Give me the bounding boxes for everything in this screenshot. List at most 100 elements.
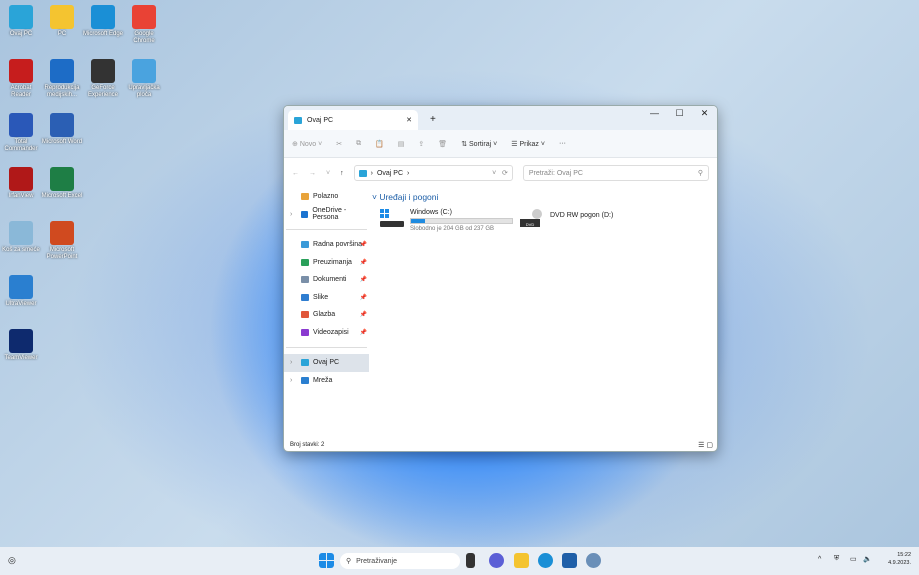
desktop-icon[interactable]: Total Commander [0, 113, 42, 153]
app-icon [9, 329, 33, 353]
computer-icon [358, 169, 367, 177]
desktop-icon[interactable]: Upravljačka ploča [123, 59, 165, 99]
minimize-button[interactable]: — [642, 108, 667, 119]
app-icon [132, 59, 156, 83]
widgets-icon[interactable]: ◎ [8, 555, 16, 566]
sidebar-item[interactable]: Videozapisi 📌 [284, 324, 369, 342]
desktop-icon[interactable]: Koš za smeće [0, 221, 42, 254]
cut-icon[interactable]: ✂ [336, 140, 342, 148]
expand-chevron-icon[interactable]: › [290, 211, 292, 218]
sort-button[interactable]: ⇅ Sortiraj ˅ [461, 140, 497, 148]
view-toggle-icons[interactable]: ☰ ▢ [698, 441, 713, 449]
clock[interactable]: 15:22 4.9.2023. [888, 551, 911, 567]
desktop-icon[interactable]: UltraViewer [0, 275, 42, 308]
sidebar-item-label: Videozapisi [313, 328, 349, 336]
search-placeholder: Pretraži: Ovaj PC [528, 169, 583, 177]
settings-icon[interactable] [586, 553, 601, 568]
desktop-icon[interactable]: Reprodukcija medijskih... [41, 59, 83, 99]
folder-icon [301, 276, 309, 284]
edge-icon[interactable] [538, 553, 553, 568]
volume-icon[interactable]: 🔈 [863, 555, 872, 563]
sidebar-item[interactable]: Polazno [284, 188, 369, 206]
task-view-icon[interactable] [466, 553, 475, 568]
folder-icon [301, 258, 309, 266]
dropdown-icon[interactable]: ˅ ⟳ [492, 169, 508, 177]
pin-icon: 📌 [359, 242, 367, 249]
sidebar-item[interactable]: Dokumenti 📌 [284, 271, 369, 289]
new-tab-button[interactable]: + [430, 114, 436, 125]
delete-icon[interactable]: 🗑 [438, 140, 447, 148]
desktop-icon-label: Ovaj PC [9, 31, 33, 37]
drive-c[interactable]: Windows (C:) Slobodno je 204 GB od 237 G… [380, 209, 513, 232]
folder-icon [301, 359, 309, 367]
forward-icon[interactable]: → [309, 170, 316, 177]
app-icon [50, 167, 74, 191]
desktop-icon[interactable]: Acrobat Reader [0, 59, 42, 99]
sidebar-item[interactable]: › Mreža [284, 372, 369, 390]
desktop-icon[interactable]: GeForce Experience [82, 59, 124, 99]
drive-free-text: Slobodno je 204 GB od 237 GB [410, 226, 495, 232]
store-icon[interactable] [562, 553, 577, 568]
rename-icon[interactable]: ▤ [398, 140, 405, 148]
search-input[interactable]: Pretraži: Ovaj PC ⚲ [522, 165, 709, 181]
tray-chevron-icon[interactable]: ^ [818, 556, 821, 563]
expand-chevron-icon[interactable]: › [290, 359, 292, 366]
desktop-icon[interactable]: Microsoft Edge [82, 5, 124, 38]
desktop-icon[interactable]: Microsoft PowerPoint [41, 221, 83, 261]
app-icon [132, 5, 156, 29]
taskbar-search[interactable]: ⚲ Pretraživanje [340, 553, 460, 569]
new-button[interactable]: ⊕ Novo ˅ [292, 140, 322, 148]
close-button[interactable]: ✕ [692, 108, 717, 119]
sidebar-item[interactable]: Slike 📌 [284, 289, 369, 307]
desktop-icon[interactable]: PC [41, 5, 83, 38]
security-icon[interactable]: ⛨ [834, 555, 839, 563]
view-button[interactable]: ☰ Prikaz ˅ [511, 140, 545, 148]
sidebar-item[interactable]: › Ovaj PC [284, 354, 369, 372]
recent-chevron-icon[interactable]: ˅ [326, 170, 330, 177]
expand-chevron-icon[interactable]: › [290, 377, 292, 384]
maximize-button[interactable]: ☐ [667, 108, 692, 119]
desktop-icon-label: Microsoft Excel [41, 193, 83, 199]
start-button[interactable] [319, 553, 334, 568]
back-icon[interactable]: ← [292, 170, 299, 177]
desktop-icon[interactable]: Microsoft Word [41, 113, 83, 146]
drive-name: DVD RW pogon (D:) [550, 212, 614, 219]
up-icon[interactable]: ↑ [340, 170, 344, 177]
share-icon[interactable]: ⇪ [418, 140, 424, 148]
desktop-icon[interactable]: IrfanView [0, 167, 42, 200]
folder-icon [301, 328, 309, 336]
sidebar-item-label: Dokumenti [313, 276, 347, 284]
folder-icon [301, 210, 309, 218]
sidebar-item[interactable]: › OneDrive - Persona [284, 206, 369, 224]
sidebar-item-label: Radna površina [313, 241, 363, 249]
tab-ovaj-pc[interactable]: Ovaj PC ✕ [288, 110, 418, 130]
desktop-icon[interactable]: Google Chrome [123, 5, 165, 45]
sidebar-item[interactable]: Glazba 📌 [284, 306, 369, 324]
view-label: Prikaz [519, 140, 539, 148]
app-icon [91, 5, 115, 29]
sidebar-item[interactable]: Preuzimanja 📌 [284, 254, 369, 272]
desktop-icon[interactable]: Ovaj PC [0, 5, 42, 38]
group-header[interactable]: ˅ Uređaji i pogoni [372, 192, 717, 202]
desktop-icon-label: Acrobat Reader [10, 85, 32, 98]
paste-icon[interactable]: 📋 [375, 140, 384, 148]
file-explorer-taskbar-icon[interactable] [514, 553, 529, 568]
time: 15:22 [897, 552, 911, 558]
close-tab-icon[interactable]: ✕ [406, 116, 412, 124]
address-bar[interactable]: › Ovaj PC › ˅ ⟳ [353, 165, 513, 181]
more-button[interactable]: ··· [559, 140, 566, 147]
drive-d[interactable]: DVD DVD RW pogon (D:) [520, 209, 613, 227]
copy-icon[interactable]: ⧉ [356, 140, 361, 148]
dvd-drive-icon: DVD [520, 209, 544, 227]
sidebar-item[interactable]: Radna površina 📌 [284, 236, 369, 254]
pin-icon: 📌 [359, 277, 367, 284]
sidebar-item-label: Polazno [313, 193, 339, 201]
folder-icon [301, 311, 309, 319]
chat-icon[interactable] [489, 553, 504, 568]
desktop-icon[interactable]: Microsoft Excel [41, 167, 83, 200]
new-label: Novo [299, 140, 317, 148]
folder-icon [301, 241, 309, 249]
sidebar-item-label: Preuzimanja [313, 258, 352, 266]
desktop-icon[interactable]: TeamViewer [0, 329, 42, 362]
network-icon[interactable]: ▭ [850, 555, 857, 563]
